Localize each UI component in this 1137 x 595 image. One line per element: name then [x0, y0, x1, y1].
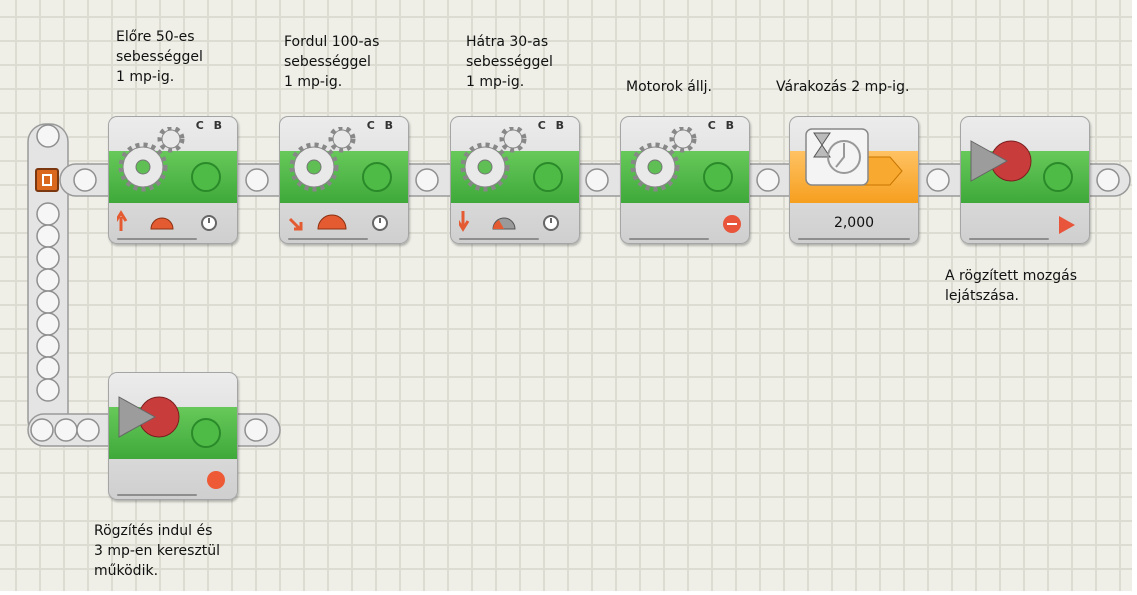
- gears-icon: [460, 127, 527, 192]
- move-block-2[interactable]: C B: [279, 116, 409, 244]
- move-block-3[interactable]: C B: [450, 116, 580, 244]
- duration-clock-icon: [543, 215, 559, 231]
- direction-turn-icon: [288, 217, 303, 231]
- port-labels: C B: [537, 119, 567, 132]
- wait-block[interactable]: 2,000: [789, 116, 919, 244]
- annotation-record: Rögzítés indul és 3 mp-en keresztül műkö…: [94, 523, 221, 579]
- record-block[interactable]: [108, 372, 238, 500]
- record-play-icon: [970, 140, 1032, 182]
- playback-block[interactable]: [960, 116, 1090, 244]
- power-gauge-icon: [150, 217, 174, 230]
- stop-icon: [723, 215, 741, 233]
- gears-icon: [630, 127, 697, 192]
- annotation-playback: A rögzített mozgás lejátszása.: [945, 268, 1078, 304]
- annotation-move-3: Hátra 30-as sebességgel 1 mp-ig.: [466, 34, 553, 90]
- start-icon[interactable]: [35, 168, 59, 192]
- data-hub-circle: [703, 162, 733, 192]
- gears-icon: [289, 127, 356, 192]
- move-block-4[interactable]: C B: [620, 116, 750, 244]
- right-edge: [1132, 0, 1137, 595]
- move-block-1[interactable]: C B: [108, 116, 238, 244]
- block-bottom-line: [459, 238, 539, 240]
- block-bottom-line: [969, 238, 1049, 240]
- record-icon: [207, 471, 225, 489]
- bottom-edge: [0, 591, 1137, 595]
- play-icon: [1059, 216, 1075, 234]
- power-gauge-icon: [317, 214, 347, 230]
- duration-clock-icon: [201, 215, 217, 231]
- port-labels: C B: [707, 119, 737, 132]
- annotation-move-1: Előre 50-es sebességgel 1 mp-ig.: [116, 29, 203, 85]
- gears-icon: [118, 127, 185, 192]
- block-bottom-line: [117, 494, 197, 496]
- move-settings-icons: [459, 211, 559, 232]
- block-bottom-line: [288, 238, 368, 240]
- direction-forward-icon: [117, 210, 128, 231]
- port-labels: C B: [366, 119, 396, 132]
- block-bottom-line: [629, 238, 709, 240]
- data-hub-circle: [362, 162, 392, 192]
- block-bottom-line: [798, 238, 910, 240]
- hourglass-icon: [805, 128, 903, 186]
- record-play-icon: [118, 396, 180, 438]
- power-gauge-icon: [492, 217, 516, 230]
- data-hub-circle: [533, 162, 563, 192]
- wait-duration-value: 2,000: [833, 215, 875, 231]
- data-hub-circle: [191, 162, 221, 192]
- data-hub-circle: [1043, 162, 1073, 192]
- annotation-move-2: Fordul 100-as sebességgel 1 mp-ig.: [284, 34, 380, 90]
- annotation-move-4: Motorok állj.: [626, 79, 712, 95]
- block-bottom-line: [117, 238, 197, 240]
- data-hub-circle: [191, 418, 221, 448]
- direction-backward-icon: [459, 211, 470, 232]
- duration-clock-icon: [372, 215, 388, 231]
- move-settings-icons: [117, 210, 217, 231]
- move-settings-icons: [288, 214, 388, 231]
- program-canvas[interactable]: Előre 50-es sebességgel 1 mp-ig. C B For…: [0, 0, 1137, 595]
- annotation-wait: Várakozás 2 mp-ig.: [776, 79, 910, 95]
- port-labels: C B: [195, 119, 225, 132]
